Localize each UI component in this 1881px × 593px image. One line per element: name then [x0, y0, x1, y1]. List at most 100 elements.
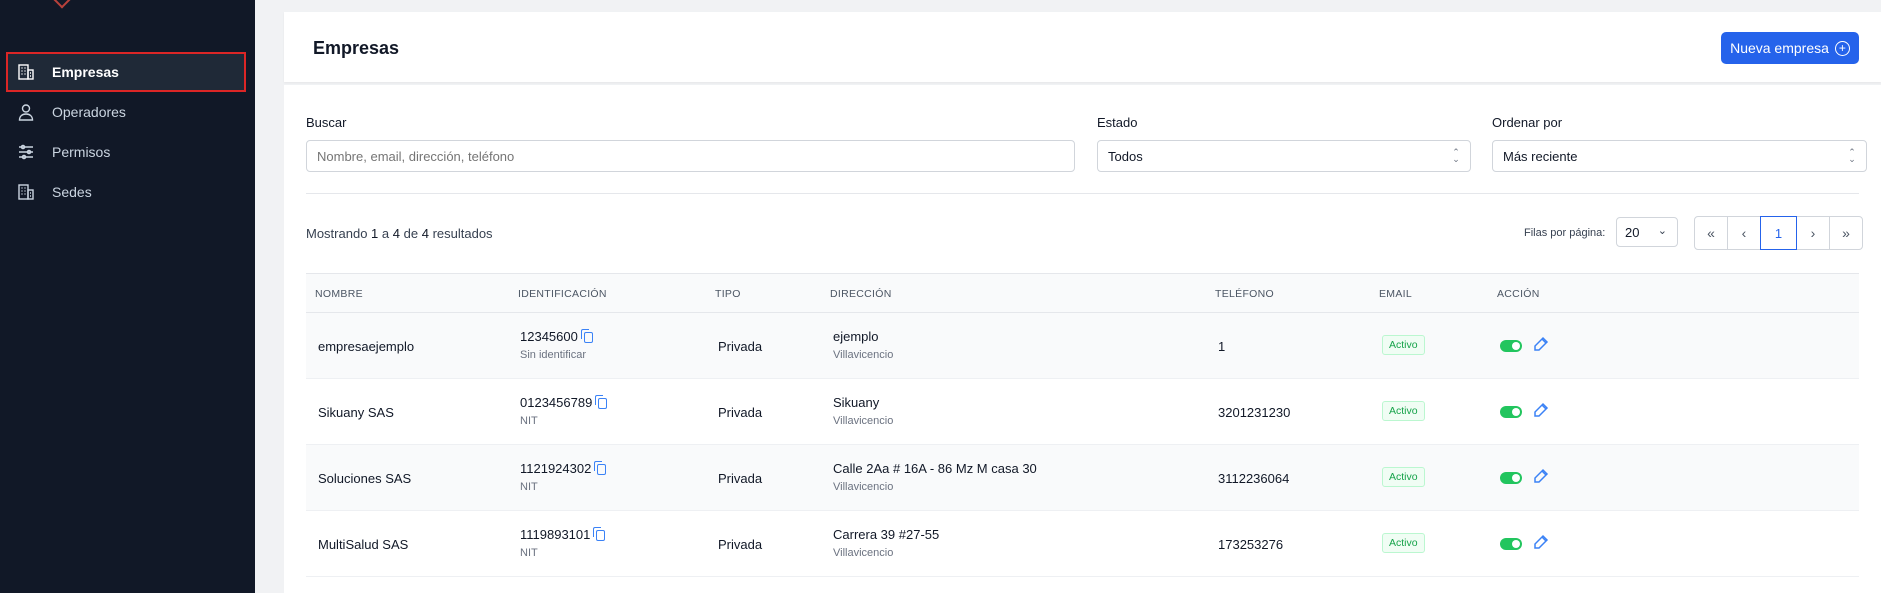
sliders-icon: [16, 142, 36, 162]
filters-divider: [306, 193, 1859, 194]
company-phone: 1: [1218, 339, 1226, 354]
sort-select[interactable]: Más reciente ⌃ ⌄: [1492, 140, 1867, 172]
status-badge: Activo: [1382, 467, 1425, 487]
company-type: Privada: [718, 537, 763, 552]
company-address: Calle 2Aa # 16A - 86 Mz M casa 30: [833, 461, 1037, 476]
table-row: empresaejemplo 12345600 Sin identificar …: [306, 313, 1859, 379]
edit-icon[interactable]: [1532, 467, 1550, 485]
edit-icon[interactable]: [1532, 533, 1550, 551]
sidebar-item-empresas[interactable]: Empresas: [6, 52, 246, 92]
next-page-button[interactable]: ›: [1796, 216, 1830, 250]
companies-table: NOMBRE IDENTIFICACIÓN TIPO DIRECCIÓN TEL…: [306, 273, 1859, 577]
select-chevron-icon: ⌃ ⌄: [1452, 147, 1460, 164]
sort-select-value: Más reciente: [1503, 148, 1578, 164]
company-id-type: NIT: [520, 547, 538, 559]
plus-circle-icon: +: [1834, 40, 1850, 56]
company-type: Privada: [718, 471, 763, 486]
building-icon: [16, 182, 36, 202]
sidebar-item-label: Sedes: [52, 184, 92, 200]
status-select[interactable]: Todos ⌃ ⌄: [1097, 140, 1471, 172]
chevron-right-icon: ›: [1810, 225, 1816, 241]
chevron-left-icon: ‹: [1741, 225, 1747, 241]
status-badge: Activo: [1382, 533, 1425, 553]
table-body: empresaejemplo 12345600 Sin identificar …: [306, 313, 1859, 577]
status-badge: Activo: [1382, 335, 1425, 355]
results-summary: Mostrando 1 a 4 de 4 resultados: [306, 226, 493, 241]
select-chevron-icon: ⌃ ⌄: [1848, 147, 1856, 164]
brand-logo: [48, 0, 188, 10]
double-chevron-left-icon: «: [1707, 225, 1715, 241]
sidebar-item-label: Empresas: [52, 64, 119, 80]
status-select-value: Todos: [1108, 148, 1143, 164]
new-company-button-label: Nueva empresa: [1730, 40, 1829, 56]
company-id: 0123456789: [520, 395, 608, 410]
company-id: 1121924302: [520, 461, 607, 476]
sort-label: Ordenar por: [1492, 115, 1563, 130]
pagination: « ‹ 1 › »: [1694, 216, 1863, 250]
status-label: Estado: [1097, 115, 1138, 130]
user-icon: [16, 102, 36, 122]
active-toggle[interactable]: [1500, 472, 1522, 484]
company-type: Privada: [718, 339, 763, 354]
chevron-down-icon: ⌄: [1657, 225, 1667, 237]
copy-icon[interactable]: [593, 527, 606, 541]
building-icon: [16, 62, 36, 82]
sidebar-item-sedes[interactable]: Sedes: [6, 172, 246, 212]
active-toggle[interactable]: [1500, 538, 1522, 550]
edit-icon[interactable]: [1532, 401, 1550, 419]
company-name: empresaejemplo: [318, 339, 415, 354]
active-toggle[interactable]: [1500, 406, 1522, 418]
company-phone: 3112236064: [1218, 471, 1290, 486]
companies-panel: Buscar Estado Todos ⌃⌄ Ordenar por Más r…: [284, 85, 1881, 593]
company-type: Privada: [718, 405, 763, 420]
company-id-type: Sin identificar: [520, 349, 587, 361]
sidebar-item-permisos[interactable]: Permisos: [6, 132, 246, 172]
company-name: MultiSalud SAS: [318, 537, 409, 552]
sidebar-item-label: Operadores: [52, 104, 126, 120]
new-company-button[interactable]: Nueva empresa +: [1721, 32, 1859, 64]
copy-icon[interactable]: [580, 329, 593, 343]
company-phone: 3201231230: [1218, 405, 1291, 420]
logo-mark-icon: [53, 0, 71, 9]
company-address: ejemplo: [833, 329, 879, 344]
column-header-email: EMAIL: [1379, 288, 1413, 300]
table-row: Sikuany SAS 0123456789 NIT Privada Sikua…: [306, 379, 1859, 445]
rows-per-page-label: Filas por página:: [1524, 227, 1606, 239]
column-header-id: IDENTIFICACIÓN: [518, 288, 607, 300]
table-header: NOMBRE IDENTIFICACIÓN TIPO DIRECCIÓN TEL…: [306, 273, 1859, 313]
edit-icon[interactable]: [1532, 335, 1550, 353]
copy-icon[interactable]: [594, 461, 607, 475]
search-input[interactable]: [306, 140, 1075, 172]
column-header-name: NOMBRE: [315, 288, 363, 300]
company-id: 12345600: [520, 329, 593, 344]
column-header-phone: TELÉFONO: [1215, 288, 1274, 300]
search-label: Buscar: [306, 115, 347, 130]
prev-page-button[interactable]: ‹: [1727, 216, 1761, 250]
page-header: Empresas Nueva empresa +: [284, 12, 1881, 82]
first-page-button[interactable]: «: [1694, 216, 1728, 250]
company-phone: 173253276: [1218, 537, 1284, 552]
column-header-address: DIRECCIÓN: [830, 288, 892, 300]
copy-icon[interactable]: [595, 395, 608, 409]
company-id: 1119893101: [520, 527, 606, 542]
table-row: MultiSalud SAS 1119893101 NIT Privada Ca…: [306, 511, 1859, 577]
sidebar: Empresas Operadores Permisos Sedes: [0, 0, 255, 593]
company-city: Villavicencio: [833, 547, 894, 559]
page-title: Empresas: [313, 38, 400, 58]
rows-per-page-value: 20: [1625, 224, 1640, 240]
sidebar-item-operadores[interactable]: Operadores: [6, 92, 246, 132]
company-name: Sikuany SAS: [318, 405, 394, 420]
table-row: Soluciones SAS 1121924302 NIT Privada Ca…: [306, 445, 1859, 511]
company-city: Villavicencio: [833, 349, 894, 361]
rows-per-page-select[interactable]: 20 ⌄: [1616, 217, 1678, 247]
active-toggle[interactable]: [1500, 340, 1522, 352]
company-id-type: NIT: [520, 415, 538, 427]
sidebar-nav: Empresas Operadores Permisos Sedes: [6, 52, 246, 212]
last-page-button[interactable]: »: [1829, 216, 1863, 250]
status-badge: Activo: [1382, 401, 1425, 421]
company-city: Villavicencio: [833, 481, 894, 493]
company-address: Sikuany: [833, 395, 880, 410]
sidebar-item-label: Permisos: [52, 144, 111, 160]
page-button-current[interactable]: 1: [1760, 216, 1797, 250]
column-header-action: ACCIÓN: [1497, 288, 1540, 300]
